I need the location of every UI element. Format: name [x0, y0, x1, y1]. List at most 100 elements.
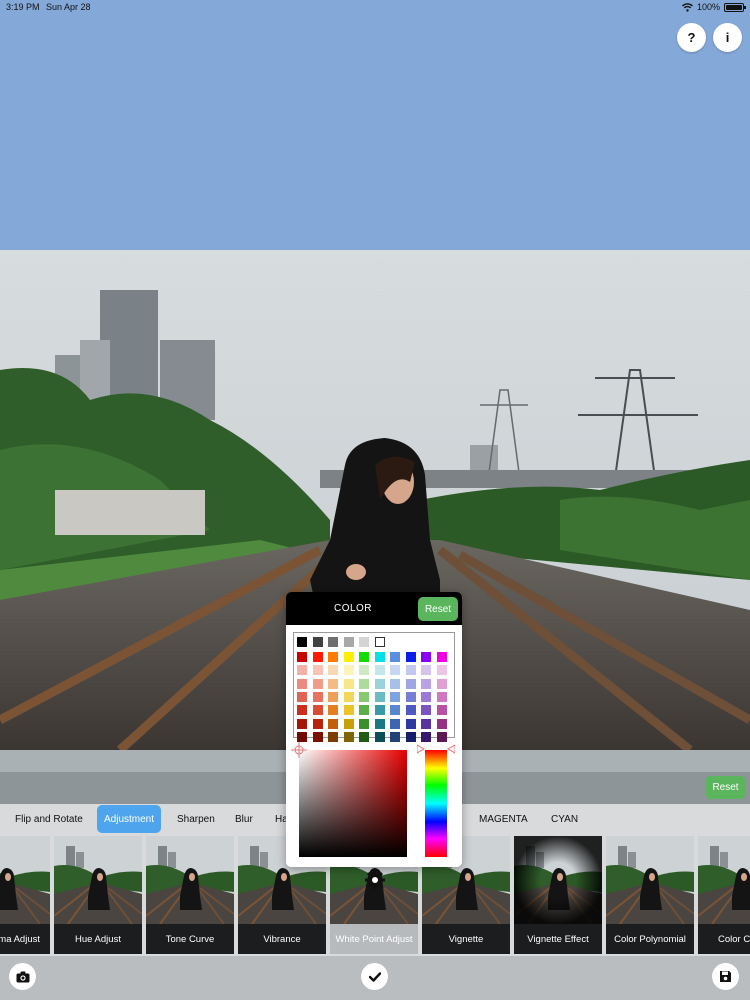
color-swatch[interactable]	[312, 718, 323, 729]
color-swatch[interactable]	[390, 652, 400, 662]
color-swatch[interactable]	[374, 718, 385, 729]
color-swatch[interactable]	[390, 705, 400, 716]
color-swatch[interactable]	[312, 678, 323, 689]
color-swatch[interactable]	[297, 691, 307, 702]
color-swatch[interactable]	[436, 691, 447, 702]
color-swatch[interactable]	[328, 705, 338, 716]
color-swatch[interactable]	[390, 665, 400, 676]
color-swatch[interactable]	[421, 665, 431, 676]
color-swatch[interactable]	[343, 678, 354, 689]
color-swatch[interactable]	[328, 665, 338, 676]
tab-cyan[interactable]: CYAN	[551, 804, 578, 834]
color-swatch[interactable]	[405, 705, 416, 716]
color-swatch[interactable]	[328, 718, 338, 729]
info-button[interactable]: i	[713, 23, 742, 52]
filter-thumb-hue-adjust[interactable]: Hue Adjust	[54, 836, 142, 954]
color-swatch[interactable]	[421, 678, 431, 689]
filter-thumb-color-polynomial[interactable]: Color Polynomial	[606, 836, 694, 954]
color-swatch[interactable]	[436, 705, 447, 716]
color-swatch[interactable]	[343, 705, 354, 716]
color-swatch[interactable]	[405, 718, 416, 729]
color-swatch[interactable]	[421, 718, 431, 729]
saturation-brightness-picker[interactable]	[299, 750, 407, 857]
color-swatch[interactable]	[328, 678, 338, 689]
color-swatch[interactable]	[374, 652, 385, 662]
color-swatch[interactable]	[405, 731, 416, 742]
color-swatch[interactable]	[312, 637, 323, 647]
color-swatch[interactable]	[374, 665, 385, 676]
color-swatch[interactable]	[436, 652, 447, 662]
hue-slider[interactable]	[425, 750, 447, 857]
color-swatch[interactable]	[405, 691, 416, 702]
tab-sharpen[interactable]: Sharpen	[177, 804, 215, 834]
color-swatch[interactable]	[405, 652, 416, 662]
color-swatch[interactable]	[312, 652, 323, 662]
color-swatch[interactable]	[359, 665, 369, 676]
filter-thumb-color-cube-polynomial[interactable]: Color C Polyno	[698, 836, 750, 954]
color-swatch[interactable]	[312, 691, 323, 702]
apply-button[interactable]	[361, 963, 388, 990]
color-swatch[interactable]	[436, 731, 447, 742]
color-swatch[interactable]	[359, 637, 369, 647]
color-swatch[interactable]	[390, 731, 400, 742]
color-swatch[interactable]	[297, 731, 307, 742]
color-swatch[interactable]	[297, 678, 307, 689]
color-swatch[interactable]	[390, 678, 400, 689]
color-swatch[interactable]	[297, 652, 307, 662]
color-swatch[interactable]	[436, 665, 447, 676]
tab-blur[interactable]: Blur	[235, 804, 253, 834]
color-swatch[interactable]	[359, 691, 369, 702]
adjustment-reset-button[interactable]: Reset	[706, 776, 745, 799]
color-swatch[interactable]	[343, 637, 354, 647]
color-swatch[interactable]	[374, 637, 385, 647]
gear-icon[interactable]	[364, 869, 386, 891]
hue-handle-icon[interactable]	[417, 744, 455, 754]
filter-thumb-gamma-adjust[interactable]: ma Adjust	[0, 836, 50, 954]
color-swatch[interactable]	[359, 731, 369, 742]
crosshair-icon[interactable]	[291, 742, 307, 758]
help-button[interactable]: ?	[677, 23, 706, 52]
color-swatch[interactable]	[312, 731, 323, 742]
color-swatch[interactable]	[359, 652, 369, 662]
color-swatch[interactable]	[436, 718, 447, 729]
save-button[interactable]	[712, 963, 739, 990]
color-swatch[interactable]	[297, 637, 307, 647]
tab-flip-and-rotate[interactable]: Flip and Rotate	[15, 804, 83, 834]
color-swatch[interactable]	[328, 691, 338, 702]
color-swatch[interactable]	[405, 665, 416, 676]
color-swatch[interactable]	[343, 652, 354, 662]
color-swatch[interactable]	[343, 665, 354, 676]
filter-thumb-vignette-effect[interactable]: Vignette Effect	[514, 836, 602, 954]
color-swatch[interactable]	[390, 691, 400, 702]
color-swatch[interactable]	[374, 678, 385, 689]
filter-thumb-tone-curve[interactable]: Tone Curve	[146, 836, 234, 954]
color-swatch[interactable]	[374, 691, 385, 702]
color-swatch[interactable]	[297, 718, 307, 729]
color-swatch[interactable]	[297, 665, 307, 676]
color-swatch[interactable]	[421, 731, 431, 742]
color-swatch[interactable]	[312, 665, 323, 676]
color-swatch[interactable]	[359, 705, 369, 716]
color-swatch[interactable]	[328, 731, 338, 742]
tab-adjustment[interactable]: Adjustment	[97, 805, 162, 833]
camera-button[interactable]	[9, 963, 36, 990]
color-swatch[interactable]	[297, 705, 307, 716]
color-swatch[interactable]	[374, 705, 385, 716]
color-swatch[interactable]	[421, 691, 431, 702]
color-swatch[interactable]	[343, 691, 354, 702]
color-swatch[interactable]	[312, 705, 323, 716]
color-swatch[interactable]	[421, 652, 431, 662]
color-swatch[interactable]	[390, 718, 400, 729]
color-swatch[interactable]	[359, 718, 369, 729]
color-swatch[interactable]	[328, 637, 338, 647]
color-swatch[interactable]	[328, 652, 338, 662]
color-swatch[interactable]	[436, 678, 447, 689]
color-reset-button[interactable]: Reset	[418, 597, 458, 621]
color-swatch[interactable]	[374, 731, 385, 742]
color-swatch[interactable]	[343, 731, 354, 742]
color-swatch[interactable]	[421, 705, 431, 716]
color-swatch[interactable]	[343, 718, 354, 729]
color-swatch[interactable]	[359, 678, 369, 689]
tab-magenta[interactable]: MAGENTA	[479, 804, 528, 834]
color-swatch[interactable]	[405, 678, 416, 689]
